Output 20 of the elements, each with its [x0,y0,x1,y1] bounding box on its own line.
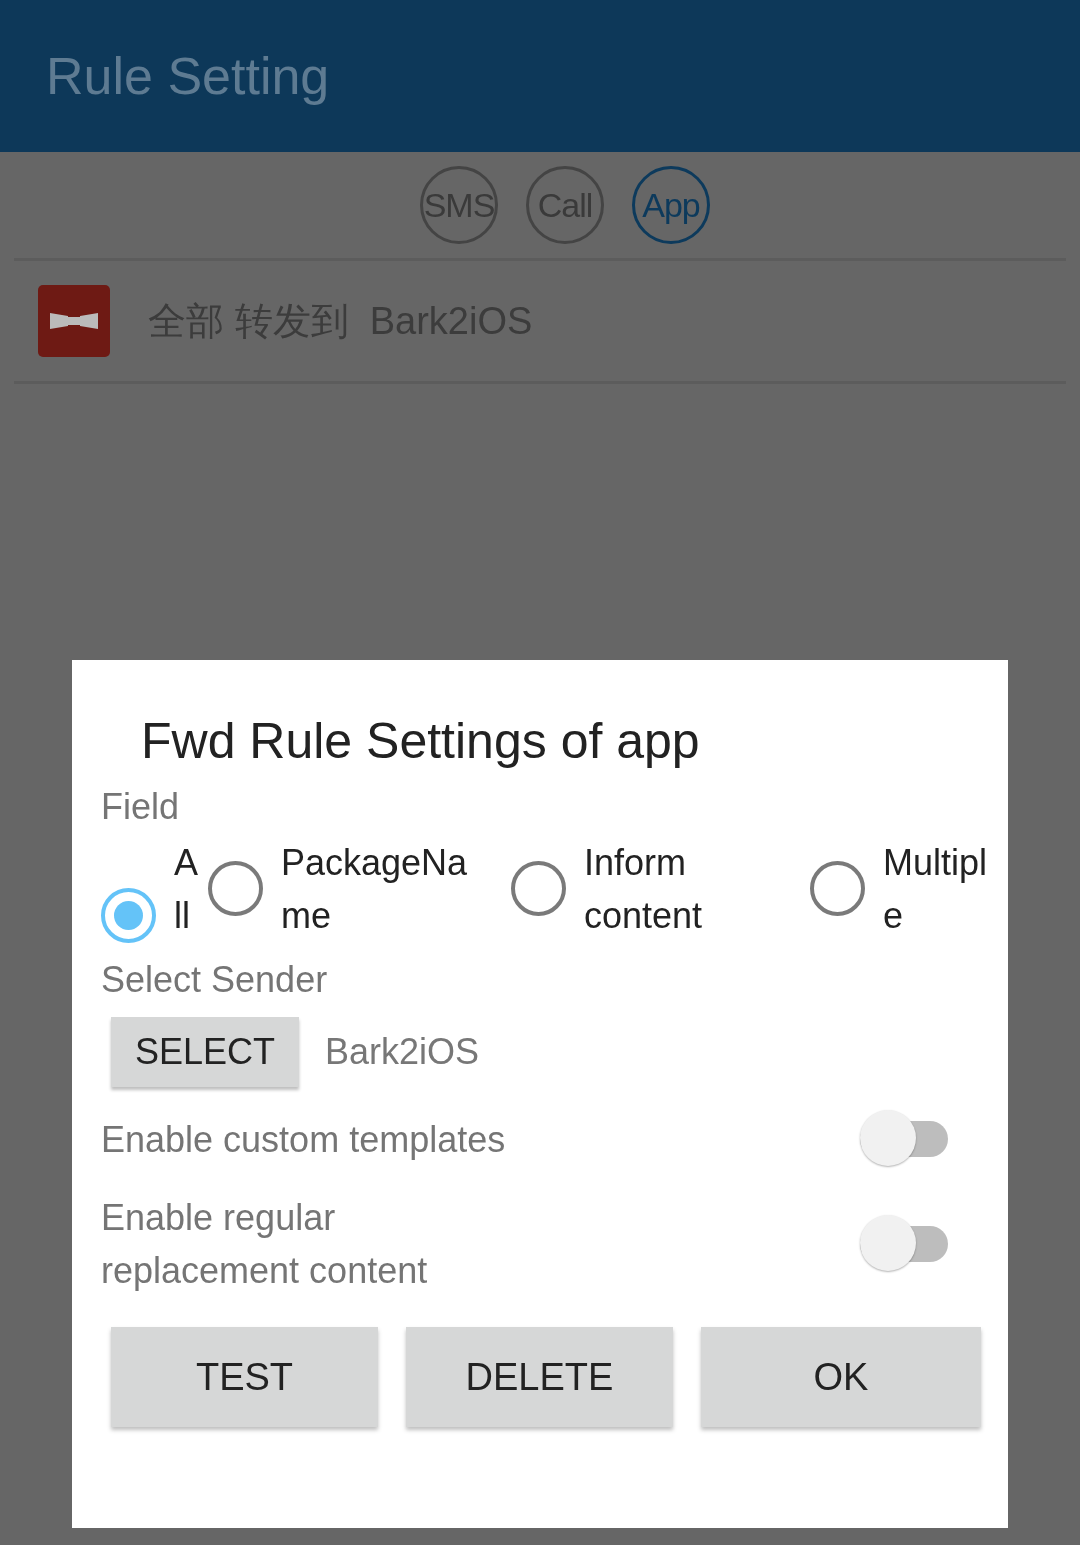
dialog-title: Fwd Rule Settings of app [140,712,701,770]
dialog-button[interactable]: DELETE [406,1327,673,1427]
radio-button[interactable] [511,861,566,916]
radio-button[interactable] [208,861,263,916]
radio-button[interactable] [810,861,865,916]
sender-value: Bark2iOS [325,1031,480,1073]
select-button[interactable]: SELECT [111,1017,300,1087]
radio-button[interactable] [101,888,156,943]
radio-label: PackageName [281,841,469,938]
bow-icon [38,285,110,357]
radio-label: Multiple [883,841,989,938]
radio-label: All [174,841,199,938]
radio-label: Inform content [584,841,704,938]
dialog-button[interactable]: OK [701,1327,981,1427]
field-label: Field [101,786,181,828]
sender-label: Select Sender [101,959,329,1001]
switch-label: Enable custom templates [101,1117,507,1162]
switch-label: Enable regular replacement content [101,1196,429,1293]
screen-title: Rule Setting [46,46,330,106]
dialog-button[interactable]: TEST [111,1327,378,1427]
